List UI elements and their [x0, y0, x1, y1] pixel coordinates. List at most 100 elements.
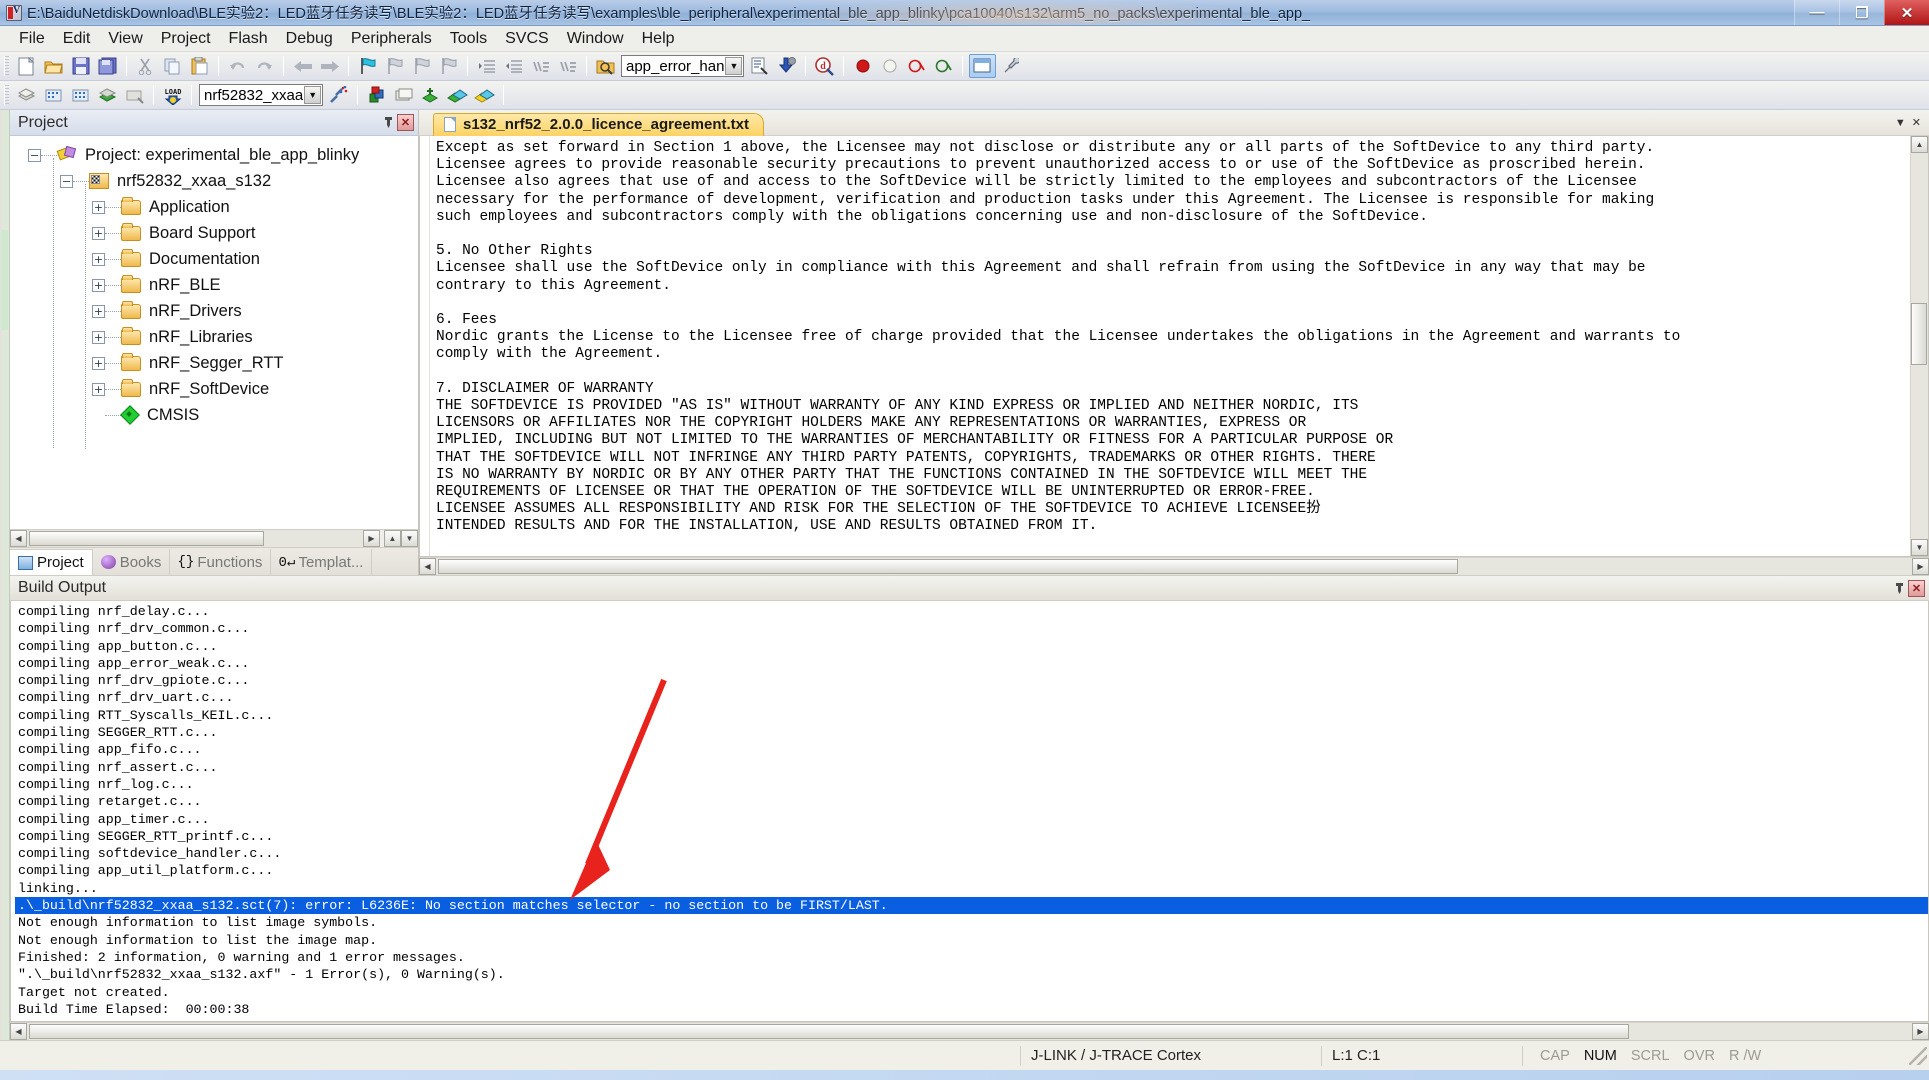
editor-hscroll-right-arrow[interactable]: ▶	[1912, 558, 1929, 575]
build-log-line[interactable]: compiling nrf_assert.c...	[15, 759, 1928, 776]
tree-item[interactable]: + Application	[10, 194, 418, 220]
tab-project[interactable]: Project	[10, 549, 93, 575]
build-log-line[interactable]: Not enough information to list the image…	[15, 932, 1928, 949]
tab-templates[interactable]: 0↵ Templat...	[271, 549, 373, 575]
cut-icon[interactable]	[133, 54, 158, 78]
stop-build-icon[interactable]	[122, 83, 147, 107]
close-button[interactable]: ✕	[1884, 0, 1929, 25]
tree-expander[interactable]: +	[92, 330, 105, 344]
build-log-line[interactable]: compiling nrf_log.c...	[15, 776, 1928, 793]
tree-item[interactable]: − Project: experimental_ble_app_blinky	[10, 142, 418, 168]
editor-vscroll-up-arrow[interactable]: ▲	[1911, 136, 1928, 153]
menu-project[interactable]: Project	[152, 28, 220, 50]
editor-text-content[interactable]: Except as set forward in Section 1 above…	[430, 136, 1910, 556]
new-file-icon[interactable]	[14, 54, 39, 78]
menu-help[interactable]: Help	[633, 28, 684, 50]
insert-breakpoint-icon[interactable]	[850, 54, 875, 78]
tree-expander[interactable]: +	[92, 226, 105, 240]
build-hscroll-thumb[interactable]	[29, 1024, 1629, 1039]
build-log-line[interactable]: compiling app_util_platform.c...	[15, 862, 1928, 879]
build-target-icon[interactable]	[41, 83, 66, 107]
indent-increase-icon[interactable]	[474, 54, 499, 78]
tree-item[interactable]: + Board Support	[10, 220, 418, 246]
copy-icon[interactable]	[160, 54, 185, 78]
comment-lines-icon[interactable]	[528, 54, 553, 78]
editor-tab-licence-agreement[interactable]: s132_nrf52_2.0.0_licence_agreement.txt	[433, 112, 765, 136]
editor-vscroll-thumb[interactable]	[1911, 303, 1927, 365]
tab-books[interactable]: Books	[93, 549, 171, 575]
build-log-line[interactable]: compiling RTT_Syscalls_KEIL.c...	[15, 707, 1928, 724]
build-hscroll-right-arrow[interactable]: ▶	[1912, 1023, 1929, 1040]
build-log-line[interactable]: Target not created.	[15, 984, 1928, 1001]
tree-expander[interactable]: +	[92, 356, 105, 370]
project-tree-hscrollbar[interactable]: ◀ ▶ ▲ ▼	[10, 529, 418, 547]
menu-view[interactable]: View	[99, 28, 151, 50]
bookmark-prev-icon[interactable]	[382, 54, 407, 78]
tab-functions[interactable]: {} Functions	[170, 549, 272, 575]
download-to-flash-icon[interactable]: LOAD	[160, 83, 185, 107]
editor-hscroll-left-arrow[interactable]: ◀	[419, 558, 436, 575]
manage-run-time-env-icon[interactable]	[391, 83, 416, 107]
build-toolbar-grip[interactable]	[4, 85, 9, 105]
pin-icon[interactable]	[380, 114, 397, 131]
maximize-button[interactable]: ❐	[1839, 0, 1884, 25]
target-selector-arrow[interactable]: ▼	[304, 86, 322, 104]
rebuild-all-icon[interactable]	[68, 83, 93, 107]
vscroll-down-arrow[interactable]: ▼	[401, 530, 418, 547]
build-error-line[interactable]: .\_build\nrf52832_xxaa_s132.sct(7): erro…	[15, 897, 1928, 915]
build-log-line[interactable]: compiling nrf_drv_gpiote.c...	[15, 672, 1928, 689]
tree-item[interactable]: CMSIS	[10, 402, 418, 428]
kill-all-breakpoints-icon[interactable]	[904, 54, 929, 78]
close-panel-icon[interactable]: ✕	[397, 114, 414, 131]
editor-vscroll-down-arrow[interactable]: ▼	[1911, 539, 1928, 556]
menu-flash[interactable]: Flash	[220, 28, 277, 50]
build-log-line[interactable]: compiling app_fifo.c...	[15, 741, 1928, 758]
editor-hscrollbar[interactable]: ◀ ▶	[419, 557, 1929, 575]
build-log-line[interactable]: compiling retarget.c...	[15, 793, 1928, 810]
add-component-icon[interactable]	[418, 83, 443, 107]
tree-expander[interactable]: −	[60, 174, 73, 188]
save-all-icon[interactable]	[95, 54, 120, 78]
bookmark-clear-icon[interactable]	[436, 54, 461, 78]
editor-hscroll-track[interactable]	[436, 558, 1912, 575]
save-icon[interactable]	[68, 54, 93, 78]
tree-expander[interactable]: −	[28, 148, 41, 162]
tree-item[interactable]: + Documentation	[10, 246, 418, 272]
menu-window[interactable]: Window	[558, 28, 633, 50]
tree-expander[interactable]: +	[92, 304, 105, 318]
manage-windows-icon[interactable]	[969, 54, 997, 78]
target-options-icon[interactable]	[326, 83, 351, 107]
tree-item[interactable]: + nRF_Segger_RTT	[10, 350, 418, 376]
navigate-back-icon[interactable]	[290, 54, 315, 78]
find-in-files-icon[interactable]	[593, 54, 618, 78]
menu-file[interactable]: File	[10, 28, 54, 50]
build-log-line[interactable]: Build Time Elapsed: 00:00:38	[15, 1001, 1928, 1018]
build-hscroll-track[interactable]	[27, 1023, 1912, 1040]
hscroll-left-arrow[interactable]: ◀	[10, 530, 27, 547]
goto-definition-icon[interactable]	[774, 54, 799, 78]
tree-item[interactable]: + nRF_Drivers	[10, 298, 418, 324]
editor-vscrollbar[interactable]: ▲ ▼	[1910, 136, 1928, 556]
build-log-line[interactable]: compiling nrf_drv_uart.c...	[15, 689, 1928, 706]
manage-project-items-icon[interactable]	[364, 83, 389, 107]
tree-expander[interactable]: +	[92, 200, 105, 214]
tree-expander[interactable]: +	[92, 252, 105, 266]
menu-svcs[interactable]: SVCS	[496, 28, 558, 50]
build-log-line[interactable]: compiling app_button.c...	[15, 638, 1928, 655]
menu-edit[interactable]: Edit	[54, 28, 100, 50]
tree-item[interactable]: + nRF_SoftDevice	[10, 376, 418, 402]
minimize-button[interactable]: —	[1794, 0, 1839, 25]
bookmark-toggle-icon[interactable]	[355, 54, 380, 78]
tree-expander[interactable]: +	[92, 278, 105, 292]
editor-vscroll-track[interactable]	[1911, 153, 1928, 539]
disable-all-breakpoints-icon[interactable]	[931, 54, 956, 78]
batch-build-icon[interactable]	[95, 83, 120, 107]
navigate-forward-icon[interactable]	[317, 54, 342, 78]
build-log-line[interactable]: compiling app_timer.c...	[15, 811, 1928, 828]
build-log-line[interactable]: Not enough information to list image sym…	[15, 914, 1928, 931]
build-log-line[interactable]: ".\_build\nrf52832_xxaa_s132.axf" - 1 Er…	[15, 966, 1928, 983]
paste-icon[interactable]	[187, 54, 212, 78]
build-log-line[interactable]: linking...	[15, 880, 1928, 897]
configure-toolbar-icon[interactable]	[998, 54, 1023, 78]
open-file-icon[interactable]	[41, 54, 66, 78]
